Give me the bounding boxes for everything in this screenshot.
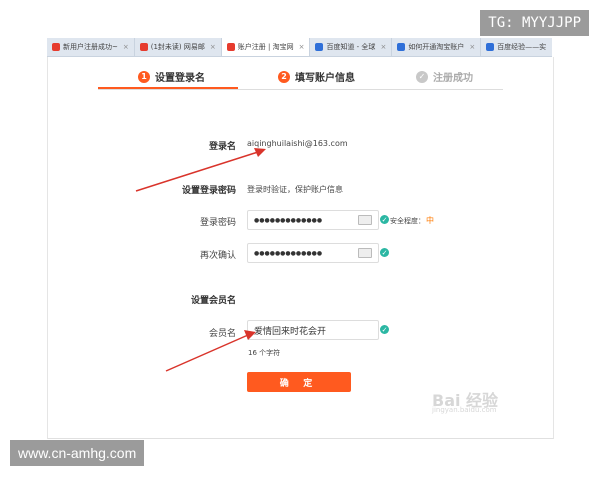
watermark-baidu-url: jingyan.baidu.com [432,406,497,414]
close-icon[interactable]: × [380,43,386,51]
tab-label: 百度经验——实 [497,43,547,51]
close-icon[interactable]: × [210,43,216,51]
arrow-head [244,330,256,340]
browser-tab[interactable]: 百度知道 - 全球 × [310,38,393,56]
close-icon[interactable]: × [123,43,129,51]
browser-tab-active[interactable]: 账户注册 | 淘宝网 × [221,38,311,56]
tab-label: (1封未读) 网易邮 [150,43,205,51]
watermark-url: www.cn-amhg.com [10,440,145,466]
close-icon[interactable]: × [299,43,305,51]
browser-tab[interactable]: (1封未读) 网易邮 × [135,38,222,56]
registration-page: 1 设置登录名 2 填写账户信息 ✓ 注册成功 登录名 aiqinghuilai… [47,57,554,439]
close-icon[interactable]: × [551,43,552,51]
close-icon[interactable]: × [469,43,475,51]
tab-label: 新用户注册成功~ [63,43,118,51]
browser-tab[interactable]: 如何开通淘宝账户 × [392,38,482,56]
favicon-icon [486,43,495,51]
favicon-icon [139,43,148,51]
tab-label: 账户注册 | 淘宝网 [237,43,294,51]
favicon-icon [226,43,235,51]
favicon-icon [52,43,60,51]
arrow-line [135,151,259,192]
browser-tab[interactable]: 百度经验——实 × [481,38,552,56]
watermark-tg: TG: MYYJJPP [480,10,589,36]
favicon-icon [315,43,324,51]
browser-tab-bar: 新用户注册成功~ × (1封未读) 网易邮 × 账户注册 | 淘宝网 × 百度知… [47,38,552,57]
arrow-line [165,334,249,372]
annotation-arrows [135,148,266,372]
favicon-icon [397,43,406,51]
browser-tab[interactable]: 新用户注册成功~ × [47,38,135,56]
tab-label: 如何开通淘宝账户 [408,43,465,51]
tab-label: 百度知道 - 全球 [326,43,376,51]
